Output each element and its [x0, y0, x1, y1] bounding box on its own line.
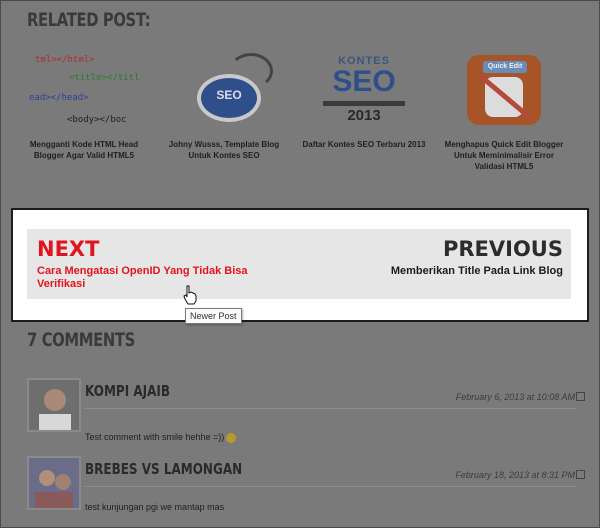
- related-post-caption[interactable]: Mengganti Kode HTML Head Blogger Agar Va…: [19, 139, 149, 161]
- quick-edit-label: Quick Edit: [483, 61, 527, 73]
- newer-post-link[interactable]: Cara Mengatasi OpenID Yang Tidak Bisa Ve…: [37, 265, 287, 291]
- comment-author[interactable]: KOMPI AJAIB: [85, 382, 170, 400]
- divider: [323, 101, 405, 106]
- code-line: <body></boc: [67, 115, 127, 125]
- comment-text: Test comment with smile hehhe =)): [85, 432, 237, 443]
- comments-heading: 7 COMMENTS: [27, 329, 135, 351]
- code-line: tml></html>: [35, 55, 95, 65]
- divider: [85, 408, 577, 409]
- post-navigation: NEXT Cara Mengatasi OpenID Yang Tidak Bi…: [27, 229, 571, 324]
- seo-text: SEO: [332, 65, 396, 98]
- reply-icon[interactable]: [576, 470, 585, 479]
- comment-author[interactable]: BREBES VS LAMONGAN: [85, 460, 242, 478]
- related-post-item[interactable]: Quick Edit Menghapus Quick Edit Blogger …: [439, 49, 569, 172]
- reply-icon[interactable]: [576, 392, 585, 401]
- related-post-item[interactable]: SEO Johny Wusss, Template Blog Untuk Kon…: [159, 49, 289, 161]
- comment-date[interactable]: February 6, 2013 at 10:08 AM: [456, 392, 575, 402]
- code-line: ead></head>: [29, 93, 89, 103]
- related-post-thumbnail: KONTES SEO 2013: [309, 49, 419, 129]
- tooltip: Newer Post: [185, 308, 242, 324]
- related-post-caption[interactable]: Johny Wusss, Template Blog Untuk Kontes …: [159, 139, 289, 161]
- avatar[interactable]: [27, 378, 81, 432]
- related-post-thumbnail: Quick Edit: [449, 49, 559, 129]
- hand-cursor-icon: [183, 285, 197, 305]
- related-post-item[interactable]: tml></html> <title></title> ead></head> …: [19, 49, 149, 161]
- post-navigation-highlight: NEXT Cara Mengatasi OpenID Yang Tidak Bi…: [11, 208, 589, 324]
- group-avatar-icon: [29, 458, 79, 508]
- person-avatar-icon: [29, 380, 79, 430]
- blogger-logo-icon: Quick Edit: [467, 55, 541, 125]
- smiley-icon: [226, 432, 237, 443]
- comment-text: test kunjungan pgi we mantap mas: [85, 502, 225, 512]
- related-post-caption[interactable]: Daftar Kontes SEO Terbaru 2013: [299, 139, 429, 150]
- related-post-item[interactable]: KONTES SEO 2013 Daftar Kontes SEO Terbar…: [299, 49, 429, 150]
- related-post-caption[interactable]: Menghapus Quick Edit Blogger Untuk Memin…: [439, 139, 569, 172]
- next-label[interactable]: NEXT: [37, 237, 99, 261]
- older-post-link[interactable]: Memberikan Title Pada Link Blog: [391, 265, 563, 277]
- related-post-thumbnail: SEO: [169, 49, 279, 129]
- year-text: 2013: [347, 107, 381, 124]
- page-frame: RELATED POST: tml></html> <title></titl e…: [0, 0, 600, 528]
- avatar[interactable]: [27, 456, 81, 510]
- related-post-heading: RELATED POST:: [27, 9, 151, 31]
- code-line: <title></title>: [69, 73, 139, 83]
- divider: [85, 486, 577, 487]
- seo-monitor-graphic: SEO: [197, 74, 261, 122]
- previous-label[interactable]: PREVIOUS: [443, 237, 563, 261]
- comment-date[interactable]: February 18, 2013 at 8:31 PM: [455, 470, 575, 480]
- related-post-thumbnail: tml></html> <title></title> ead></head> …: [29, 49, 139, 129]
